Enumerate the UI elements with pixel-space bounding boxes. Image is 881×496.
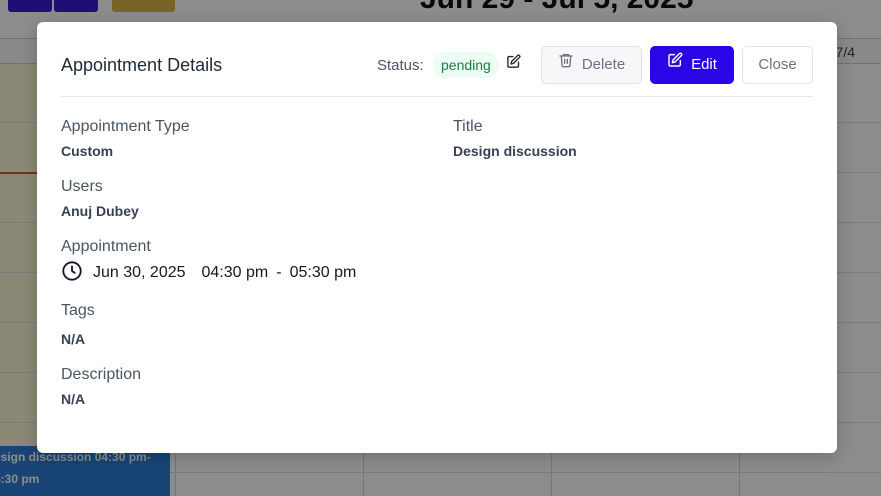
appointment-time-row: Jun 30, 2025 04:30 pm - 05:30 pm — [61, 260, 357, 287]
clock-icon — [61, 260, 83, 287]
appointment-end-time: 05:30 pm — [289, 264, 357, 281]
pencil-square-icon[interactable] — [506, 54, 522, 70]
pencil-square-icon — [667, 46, 683, 82]
edit-button-label: Edit — [691, 56, 717, 73]
description-label: Description — [61, 366, 142, 383]
trash-icon — [558, 46, 574, 82]
appointment-type-value: Custom — [61, 143, 114, 159]
status-label: Status: — [377, 57, 424, 74]
close-button[interactable]: Close — [742, 46, 813, 84]
modal-title: Appointment Details — [61, 55, 223, 75]
appointment-label: Appointment — [61, 238, 151, 255]
appointment-start-time: 04:30 pm — [201, 264, 269, 281]
delete-button[interactable]: Delete — [541, 46, 642, 84]
appointment-time-separator: - — [276, 264, 282, 281]
modal-header: Appointment Details Status: pending Dele… — [61, 46, 813, 97]
appointment-details-modal: Appointment Details Status: pending Dele… — [37, 22, 837, 453]
title-label: Title — [453, 118, 483, 135]
users-value: Anuj Dubey — [61, 203, 139, 219]
users-label: Users — [61, 178, 103, 195]
description-value: N/A — [61, 391, 86, 407]
tags-value: N/A — [61, 331, 86, 347]
tags-label: Tags — [61, 302, 95, 319]
title-value: Design discussion — [453, 143, 577, 159]
appointment-date: Jun 30, 2025 — [93, 264, 186, 281]
appointment-type-label: Appointment Type — [61, 118, 190, 135]
status-badge: pending — [433, 52, 499, 78]
edit-button[interactable]: Edit — [650, 46, 734, 84]
delete-button-label: Delete — [581, 56, 626, 73]
